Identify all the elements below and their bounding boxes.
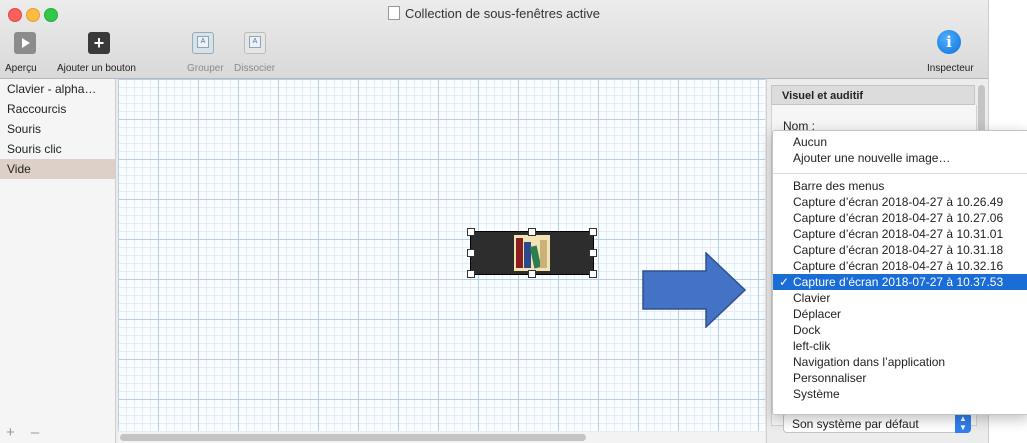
selected-button-node[interactable] xyxy=(467,228,597,278)
toolbar: Collection de sous-fenêtres active Aperç… xyxy=(0,0,988,79)
ungroup-icon[interactable]: A xyxy=(244,32,266,54)
group-icon[interactable]: A xyxy=(192,32,214,54)
inspector-info-icon[interactable]: i xyxy=(937,30,961,54)
resize-handle-top-left[interactable] xyxy=(467,228,475,236)
sound-select[interactable]: Son système par défaut ▲ ▼ xyxy=(783,413,971,433)
resize-handle-left[interactable] xyxy=(467,249,475,257)
sidebar-item-souris-clic[interactable]: Souris clic xyxy=(0,139,115,159)
chevron-updown-icon: ▲ ▼ xyxy=(955,413,971,433)
checkmark-icon: ✓ xyxy=(779,275,790,289)
window-title: Collection de sous-fenêtres active xyxy=(0,6,988,21)
menu-item[interactable]: Capture d’écran 2018-04-27 à 10.26.49 xyxy=(773,194,1027,210)
image-dropdown-menu: Aucun Ajouter une nouvelle image… Barre … xyxy=(772,130,1027,415)
right-arrow-icon xyxy=(642,252,746,328)
resize-handle-top-right[interactable] xyxy=(589,228,597,236)
group-button-label[interactable]: Grouper xyxy=(187,63,224,74)
sidebar-item-clavier[interactable]: Clavier - alpha… xyxy=(0,79,115,99)
sidebar-item-vide[interactable]: Vide xyxy=(0,159,115,179)
preview-play-icon[interactable] xyxy=(14,32,36,54)
horizontal-scrollbar[interactable] xyxy=(118,432,765,443)
menu-item[interactable]: Navigation dans l’application xyxy=(773,354,1027,370)
ungroup-button-label[interactable]: Dissocier xyxy=(234,63,275,74)
menu-item[interactable]: Clavier xyxy=(773,290,1027,306)
menu-item[interactable]: Personnaliser xyxy=(773,370,1027,386)
add-button-label[interactable]: Ajouter un bouton xyxy=(57,63,136,74)
menu-item[interactable]: Barre des menus xyxy=(773,178,1027,194)
resize-handle-right[interactable] xyxy=(589,249,597,257)
menu-item[interactable]: Capture d’écran 2018-04-27 à 10.27.06 xyxy=(773,210,1027,226)
sidebar-item-souris[interactable]: Souris xyxy=(0,119,115,139)
menu-item-label: Capture d’écran 2018-07-27 à 10.37.53 xyxy=(793,275,1004,289)
menu-item[interactable]: left-clik xyxy=(773,338,1027,354)
document-icon xyxy=(387,6,400,20)
add-button-plus-icon[interactable]: + xyxy=(88,32,110,54)
menu-item[interactable]: Ajouter une nouvelle image… xyxy=(773,150,1027,166)
resize-handle-bottom-left[interactable] xyxy=(467,270,475,278)
menu-item[interactable]: Aucun xyxy=(773,134,1027,150)
menu-separator xyxy=(773,173,1027,174)
inspector-button-label[interactable]: Inspecteur xyxy=(927,63,974,74)
resize-handle-bottom-right[interactable] xyxy=(589,270,597,278)
menu-item[interactable]: Dock xyxy=(773,322,1027,338)
books-icon xyxy=(514,235,550,271)
menu-item[interactable]: Système xyxy=(773,386,1027,402)
add-remove-panel-controls[interactable]: + – xyxy=(6,424,45,441)
panel-list-sidebar: Clavier - alpha… Raccourcis Souris Souri… xyxy=(0,79,116,443)
preview-button-label[interactable]: Aperçu xyxy=(5,63,37,74)
sound-select-value: Son système par défaut xyxy=(792,417,919,431)
resize-handle-bottom[interactable] xyxy=(528,270,536,278)
menu-item[interactable]: Capture d’écran 2018-04-27 à 10.32.16 xyxy=(773,258,1027,274)
horizontal-scrollbar-thumb[interactable] xyxy=(120,434,586,441)
sidebar-item-raccourcis[interactable]: Raccourcis xyxy=(0,99,115,119)
section-header-visual[interactable]: Visuel et auditif xyxy=(771,85,975,105)
menu-item[interactable]: Déplacer xyxy=(773,306,1027,322)
menu-item[interactable]: Capture d’écran 2018-04-27 à 10.31.18 xyxy=(773,242,1027,258)
menu-item-selected[interactable]: ✓ Capture d’écran 2018-07-27 à 10.37.53 xyxy=(773,274,1027,290)
resize-handle-top[interactable] xyxy=(528,228,536,236)
menu-item[interactable]: Capture d’écran 2018-04-27 à 10.31.01 xyxy=(773,226,1027,242)
